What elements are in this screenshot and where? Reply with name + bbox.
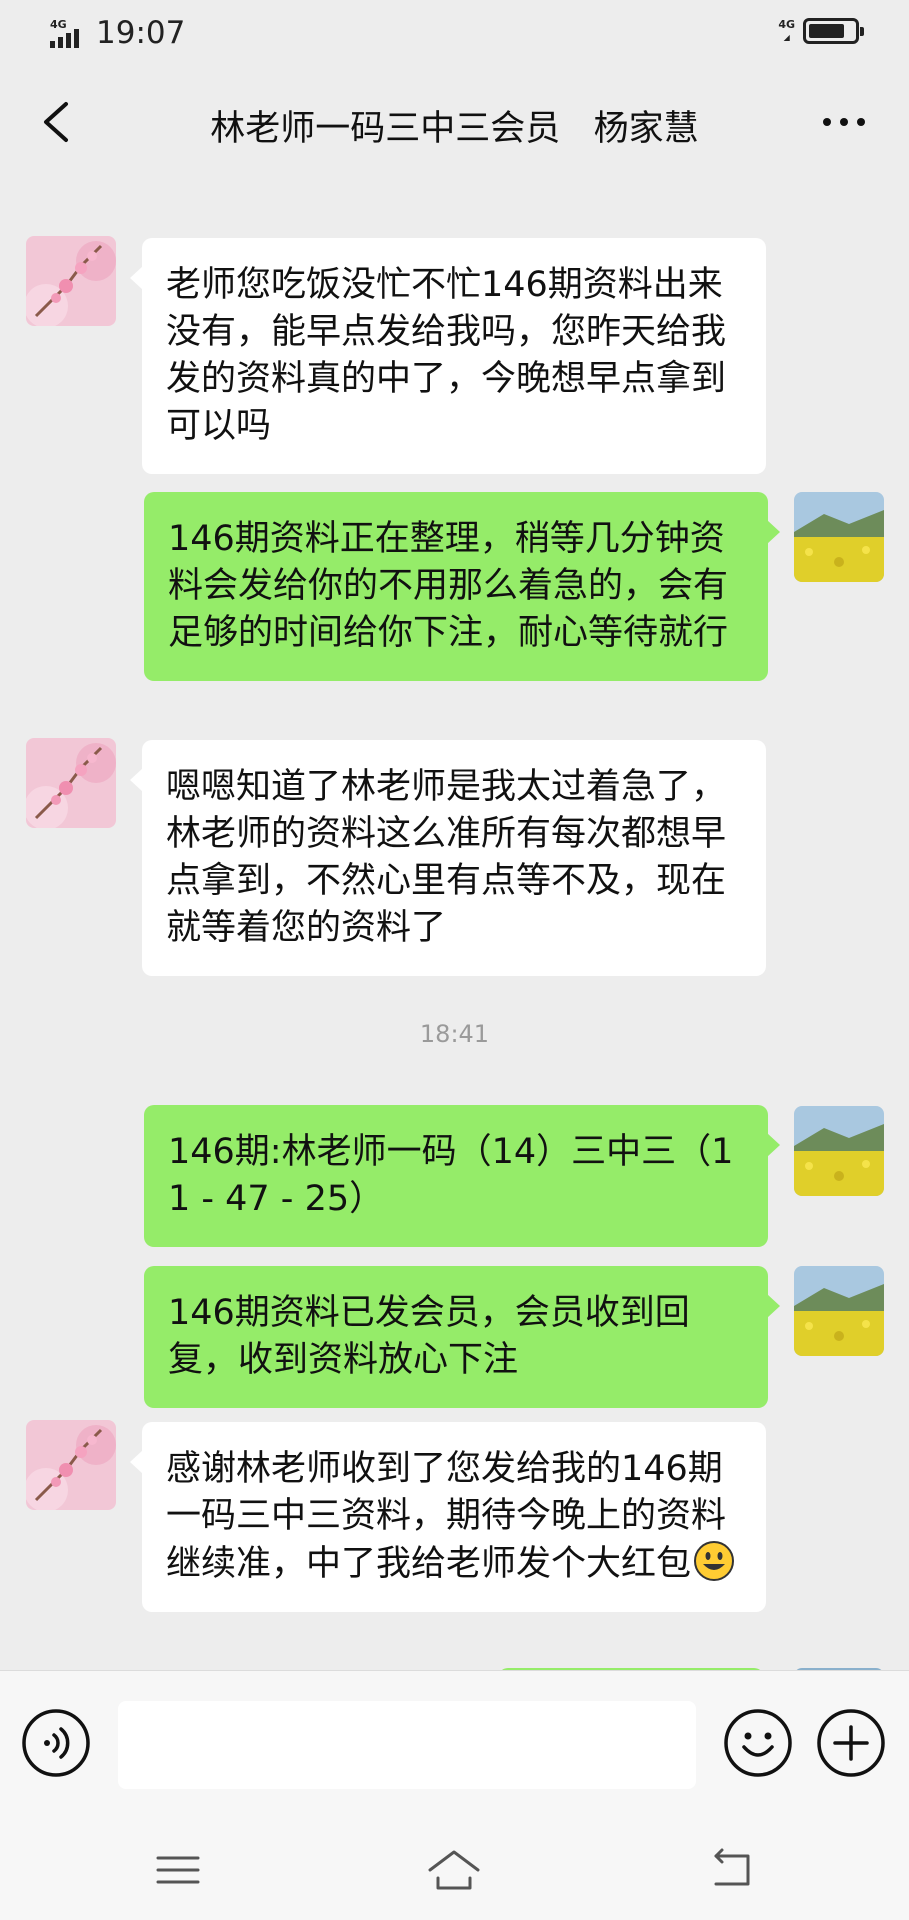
flower-field-avatar-icon <box>794 1266 884 1356</box>
message-bubble-incoming[interactable]: 老师您吃饭没忙不忙146期资料出来没有，能早点发给我吗，您昨天给我发的资料真的中… <box>130 238 766 474</box>
menu-icon <box>156 1856 200 1884</box>
more-options-button[interactable] <box>809 92 879 152</box>
message-text: 感谢林老师收到了您发给我的146期一码三中三资料，期待今晚上的资料继续准，中了我… <box>166 1449 727 1584</box>
message-bubble-incoming[interactable]: 感谢林老师收到了您发给我的146期一码三中三资料，期待今晚上的资料继续准，中了我… <box>130 1422 766 1612</box>
home-button[interactable] <box>426 1846 482 1894</box>
contact-avatar[interactable] <box>26 1420 116 1510</box>
status-time: 19:07 <box>96 15 186 51</box>
voice-button[interactable] <box>20 1707 92 1779</box>
emoji-button[interactable] <box>722 1707 794 1779</box>
recent-apps-button[interactable] <box>150 1846 206 1894</box>
battery-icon <box>803 18 864 44</box>
cherry-blossom-avatar-icon <box>26 738 116 828</box>
status-left: 4G 19:07 <box>50 14 185 52</box>
home-icon <box>428 1850 480 1890</box>
network-type-right: 4G ◢ <box>778 17 795 42</box>
grinning-face-emoji-icon <box>694 1541 735 1581</box>
message-bubble-incoming[interactable]: 嗯嗯知道了林老师是我太过着急了，林老师的资料这么准所有每次都想早点拿到，不然心里… <box>130 740 766 976</box>
cherry-blossom-avatar-icon <box>26 236 116 326</box>
flower-field-avatar-icon <box>794 492 884 582</box>
more-functions-button[interactable] <box>815 1707 887 1779</box>
cherry-blossom-avatar-icon <box>26 1420 116 1510</box>
status-right: 4G ◢ <box>778 17 864 44</box>
flower-field-avatar-icon <box>794 1106 884 1196</box>
message-input[interactable] <box>118 1701 696 1789</box>
message-bubble-outgoing[interactable]: 146期资料已发会员，会员收到回复，收到资料放心下注 <box>144 1266 780 1408</box>
signal-icon: 4G <box>50 16 90 52</box>
system-navigation-bar <box>0 1820 909 1920</box>
input-bar <box>0 1670 909 1820</box>
message-bubble-outgoing[interactable]: 146期:林老师一码（14）三中三（11 - 47 - 25） <box>144 1105 780 1247</box>
contact-avatar[interactable] <box>26 236 116 326</box>
emoji-icon <box>724 1709 792 1777</box>
back-arrow-icon <box>714 1848 750 1886</box>
message-list[interactable]: 老师您吃饭没忙不忙146期资料出来没有，能早点发给我吗，您昨天给我发的资料真的中… <box>0 180 909 1670</box>
my-avatar[interactable] <box>794 1266 884 1356</box>
more-dot-icon <box>823 118 831 126</box>
plus-icon <box>817 1709 885 1777</box>
contact-avatar[interactable] <box>26 738 116 828</box>
voice-icon <box>22 1709 90 1777</box>
my-avatar[interactable] <box>794 492 884 582</box>
status-bar: 4G 19:07 4G ◢ <box>0 0 909 70</box>
system-back-button[interactable] <box>704 1846 760 1894</box>
timestamp-label: 18:41 <box>419 1020 490 1048</box>
title-bar: 林老师一码三中三会员 杨家慧 <box>0 70 909 180</box>
my-avatar[interactable] <box>794 1106 884 1196</box>
chat-title: 林老师一码三中三会员 杨家慧 <box>210 109 699 149</box>
message-bubble-outgoing[interactable]: 146期资料正在整理，稍等几分钟资料会发给你的不用那么着急的，会有足够的时间给你… <box>144 492 780 681</box>
chat-screen: 4G 19:07 4G ◢ 林老师一码三中三会员 杨家慧 老师您吃饭没忙不忙14… <box>0 0 909 1920</box>
